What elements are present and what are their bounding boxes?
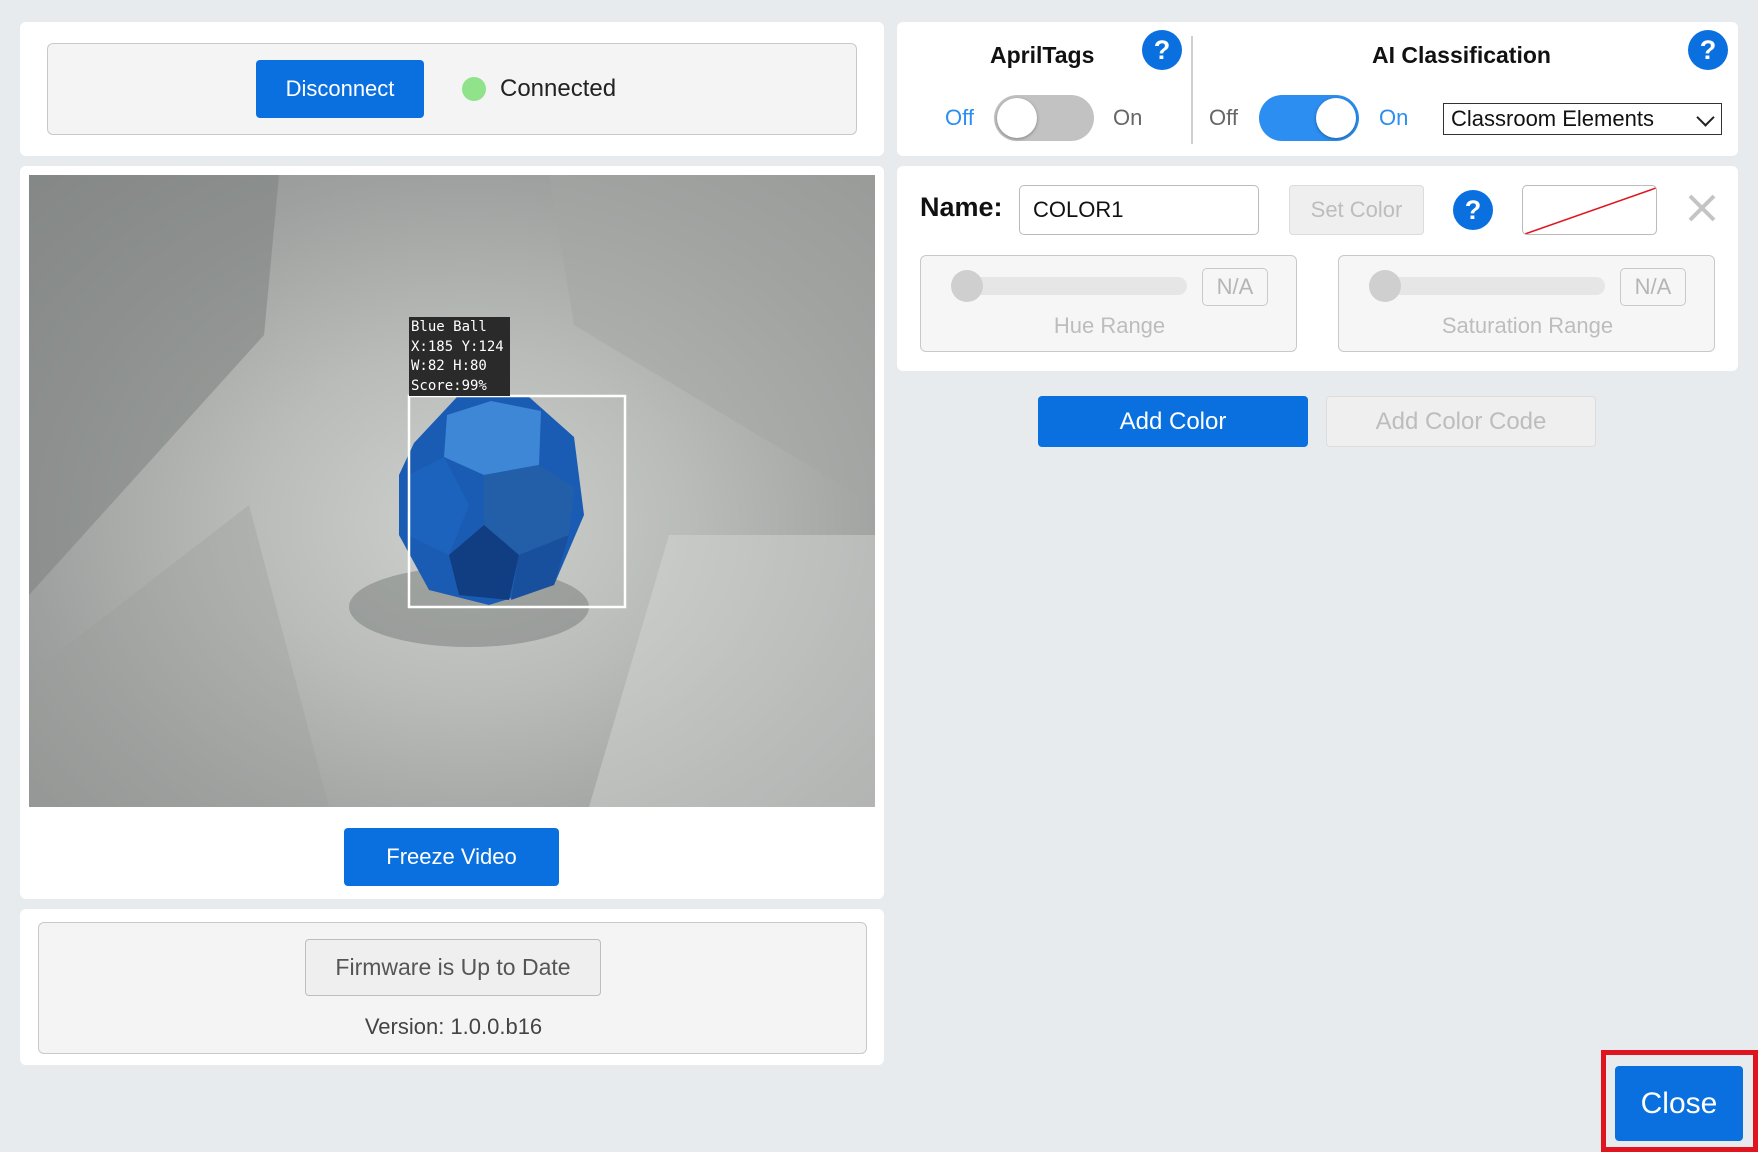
ai-classification-toggle-knob — [1316, 98, 1356, 138]
saturation-slider-handle[interactable] — [1369, 270, 1401, 302]
section-divider — [1191, 36, 1193, 144]
ai-model-select-value: Classroom Elements — [1451, 106, 1654, 131]
apriltags-off-label: Off — [945, 105, 974, 130]
hue-slider-handle[interactable] — [951, 270, 983, 302]
ai-classification-title: AI Classification — [1372, 42, 1551, 68]
disconnect-button[interactable]: Disconnect — [256, 60, 424, 118]
firmware-card: Firmware is Up to Date Version: 1.0.0.b1… — [20, 909, 884, 1065]
scene-background — [29, 175, 875, 807]
saturation-range-value: N/A — [1620, 268, 1686, 306]
connection-panel: Disconnect Connected — [47, 43, 857, 135]
firmware-status-button[interactable]: Firmware is Up to Date — [305, 939, 601, 996]
saturation-slider-track[interactable] — [1373, 277, 1605, 295]
set-color-button[interactable]: Set Color — [1289, 185, 1424, 235]
apriltags-toggle-knob — [997, 98, 1037, 138]
apriltags-on-label: On — [1113, 105, 1143, 130]
hue-range-panel: N/A Hue Range — [920, 255, 1297, 352]
detection-label: Blue Ball X:185 Y:124 W:82 H:80 Score:99… — [409, 317, 510, 396]
detection-label-score: Score:99% — [411, 377, 487, 394]
add-color-button[interactable]: Add Color — [1038, 396, 1308, 447]
firmware-version: Version: 1.0.0.b16 — [364, 1014, 543, 1039]
connection-card: Disconnect Connected — [20, 22, 884, 156]
add-color-code-button[interactable]: Add Color Code — [1326, 396, 1596, 447]
freeze-video-button[interactable]: Freeze Video — [344, 828, 559, 886]
ai-classification-on-label: On — [1379, 105, 1409, 130]
blue-ball — [399, 397, 584, 605]
hue-slider-track[interactable] — [955, 277, 1187, 295]
ai-classification-help-icon[interactable]: ? — [1688, 30, 1728, 70]
detection-label-size: W:82 H:80 — [411, 358, 487, 374]
ai-classification-off-label: Off — [1209, 105, 1238, 130]
color-name-label: Name: — [920, 192, 1003, 222]
no-color-slash-icon — [1524, 187, 1656, 234]
firmware-panel: Firmware is Up to Date Version: 1.0.0.b1… — [38, 922, 867, 1054]
detection-label-name: Blue Ball — [411, 319, 487, 335]
apriltags-title: AprilTags — [990, 42, 1095, 68]
hue-range-value: N/A — [1202, 268, 1268, 306]
close-icon[interactable] — [1684, 190, 1720, 226]
detection-modes-card: AprilTags ? Off On AI Classification ? O… — [897, 22, 1738, 156]
video-card: Blue Ball X:185 Y:124 W:82 H:80 Score:99… — [20, 166, 884, 899]
saturation-range-panel: N/A Saturation Range — [1338, 255, 1715, 352]
ai-classification-toggle[interactable] — [1259, 95, 1359, 141]
connection-status-indicator — [462, 77, 486, 101]
color-editor-card: Name: Set Color ? N/A Hue Range N/A Satu… — [897, 166, 1738, 371]
detection-label-position: X:185 Y:124 — [411, 338, 504, 355]
camera-feed: Blue Ball X:185 Y:124 W:82 H:80 Score:99… — [29, 175, 875, 807]
connection-status-text: Connected — [500, 75, 617, 102]
apriltags-toggle[interactable] — [994, 95, 1094, 141]
color-swatch-empty[interactable] — [1522, 185, 1657, 235]
chevron-down-icon — [1696, 108, 1715, 127]
saturation-range-label: Saturation Range — [1441, 313, 1614, 338]
color-editor-help-icon[interactable]: ? — [1453, 190, 1493, 230]
apriltags-help-icon[interactable]: ? — [1142, 30, 1182, 70]
close-button[interactable]: Close — [1615, 1066, 1743, 1141]
ai-model-select[interactable]: Classroom Elements — [1443, 103, 1722, 135]
hue-range-label: Hue Range — [1053, 313, 1166, 338]
color-name-input[interactable] — [1019, 185, 1259, 235]
